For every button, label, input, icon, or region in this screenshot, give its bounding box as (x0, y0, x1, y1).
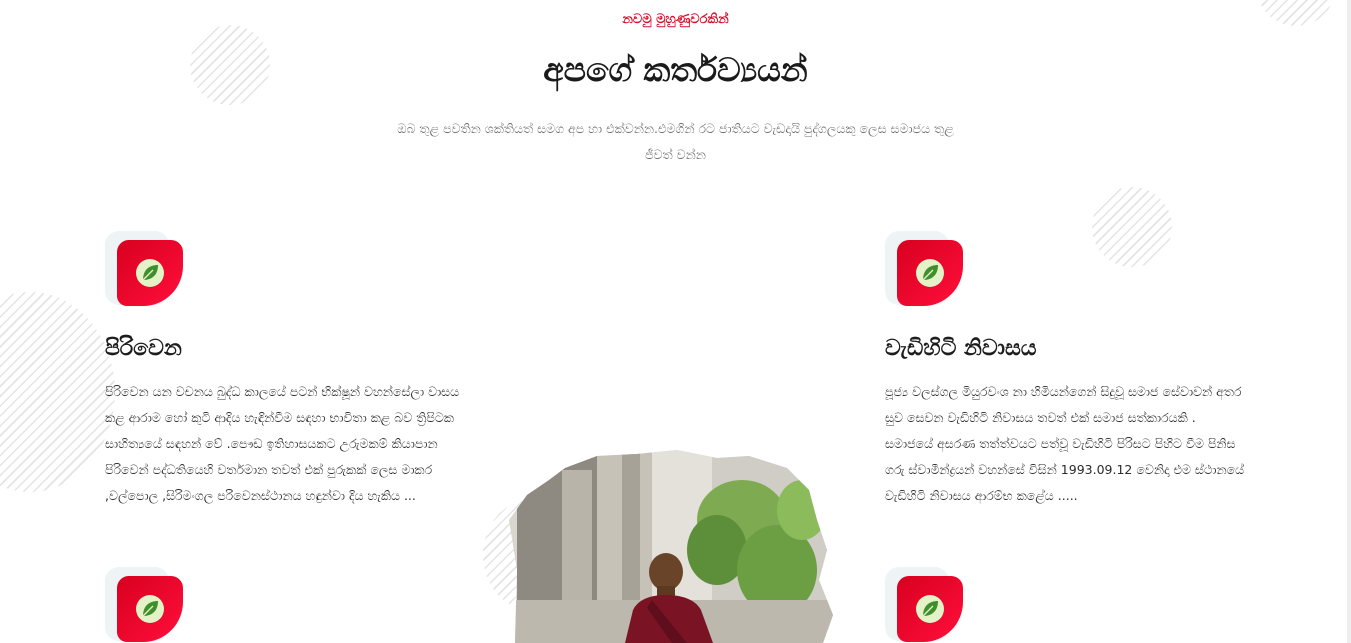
monk-photo (509, 450, 833, 643)
service-icon-box (105, 567, 185, 643)
leaf-icon (897, 240, 963, 306)
section-eyebrow: නවමු මුහුණුවරකින් (622, 12, 729, 27)
service-title: වැඩිහිටි නිවාසය (885, 336, 1037, 361)
service-card-elders-home: වැඩිහිටි නිවාසය පූජ්‍ය වලස්ගල මියුරවංශ න… (885, 231, 1245, 509)
service-icon-box (885, 231, 965, 307)
section-subtitle: ඔබ තුළ පවතින ශක්තියත් සමග අප හා එක්වන්න.… (397, 121, 954, 162)
service-description: පිරිවෙන යන වචනය බුද්ධ කාලයේ පටන් භික්ෂූන… (105, 384, 460, 503)
leaf-icon (117, 576, 183, 642)
service-card-pirivena: පිරිවෙන පිරිවෙන යන වචනය බුද්ධ කාලයේ පටන්… (105, 231, 465, 509)
service-description: පූජ්‍ය වලස්ගල මියුරවංශ නා හිමියන්ගෙන් සි… (885, 384, 1245, 503)
page-scroll-edge (1347, 0, 1351, 643)
service-icon-box (885, 567, 965, 643)
section-title: අපගේ කර්තව්‍යයන් (543, 50, 808, 89)
service-icon-box (105, 231, 185, 307)
decor-hatched-circle (0, 292, 115, 492)
service-card (885, 567, 1245, 643)
service-card (105, 567, 465, 643)
service-title: පිරිවෙන (105, 336, 182, 361)
leaf-icon (117, 240, 183, 306)
leaf-icon (897, 576, 963, 642)
